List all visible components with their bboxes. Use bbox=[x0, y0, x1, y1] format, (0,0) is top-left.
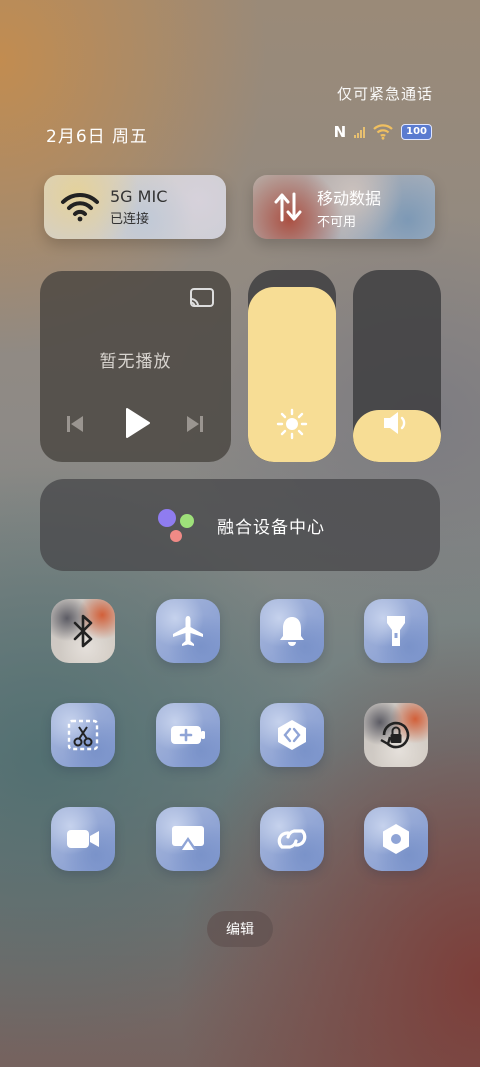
previous-track-icon[interactable] bbox=[64, 413, 86, 435]
screenshot-scissors-icon bbox=[67, 719, 99, 751]
airplane-icon bbox=[173, 616, 203, 646]
bell-icon bbox=[280, 617, 304, 646]
rotation-lock-toggle[interactable] bbox=[364, 703, 428, 767]
flashlight-icon bbox=[387, 616, 405, 646]
link-share-icon bbox=[278, 720, 306, 750]
battery-saver-toggle[interactable] bbox=[156, 703, 220, 767]
brightness-slider[interactable] bbox=[248, 270, 336, 462]
device-hub-icon bbox=[158, 509, 194, 542]
battery-indicator: 100 bbox=[401, 124, 432, 140]
no-playback-text: 暂无播放 bbox=[99, 352, 172, 372]
screen-cast-toggle[interactable] bbox=[156, 807, 220, 871]
emergency-call-only-text: 仅可紧急通话 bbox=[336, 85, 433, 103]
brightness-icon bbox=[276, 408, 308, 440]
play-icon[interactable] bbox=[122, 407, 152, 439]
device-hub-button[interactable]: 融合设备中心 bbox=[40, 479, 440, 571]
edit-button[interactable]: 编辑 bbox=[207, 911, 273, 947]
wifi-status: 已连接 bbox=[110, 212, 150, 227]
mobile-data-tile[interactable]: 移动数据 不可用 bbox=[253, 175, 435, 239]
settings-toggle[interactable] bbox=[364, 807, 428, 871]
flashlight-toggle[interactable] bbox=[364, 599, 428, 663]
mobile-data-status: 不可用 bbox=[317, 214, 357, 230]
media-player-card[interactable]: 暂无播放 bbox=[40, 271, 231, 462]
sound-mode-toggle[interactable] bbox=[260, 599, 324, 663]
bluetooth-icon bbox=[73, 614, 93, 648]
volume-slider[interactable] bbox=[353, 270, 441, 462]
wifi-network-name: 5G MIC bbox=[110, 187, 168, 206]
date-label: 2月6日 周五 bbox=[46, 127, 149, 147]
battery-saver-icon bbox=[171, 726, 205, 744]
bluetooth-toggle[interactable] bbox=[51, 599, 115, 663]
screen-record-toggle[interactable] bbox=[51, 807, 115, 871]
wifi-icon bbox=[61, 192, 99, 222]
status-icons: N 100 bbox=[334, 123, 432, 141]
chain-link-icon bbox=[277, 829, 307, 849]
device-hub-label: 融合设备中心 bbox=[217, 517, 325, 538]
link-toggle[interactable] bbox=[260, 807, 324, 871]
volume-icon bbox=[384, 412, 406, 434]
mobile-data-icon bbox=[274, 192, 302, 222]
settings-hex-icon bbox=[383, 824, 409, 854]
signal-icon bbox=[354, 126, 366, 138]
screen-cast-icon bbox=[172, 826, 204, 850]
nfc-icon: N bbox=[333, 123, 347, 141]
rotation-lock-icon bbox=[380, 721, 410, 749]
screenshot-toggle[interactable] bbox=[51, 703, 115, 767]
link-share-toggle[interactable] bbox=[260, 703, 324, 767]
cast-icon[interactable] bbox=[189, 287, 215, 309]
wifi-tile[interactable]: 5G MIC 已连接 bbox=[44, 175, 226, 239]
airplane-mode-toggle[interactable] bbox=[156, 599, 220, 663]
next-track-icon[interactable] bbox=[184, 413, 206, 435]
mobile-data-title: 移动数据 bbox=[317, 188, 382, 208]
screen-record-icon bbox=[67, 830, 99, 848]
wifi-status-icon bbox=[373, 124, 393, 140]
